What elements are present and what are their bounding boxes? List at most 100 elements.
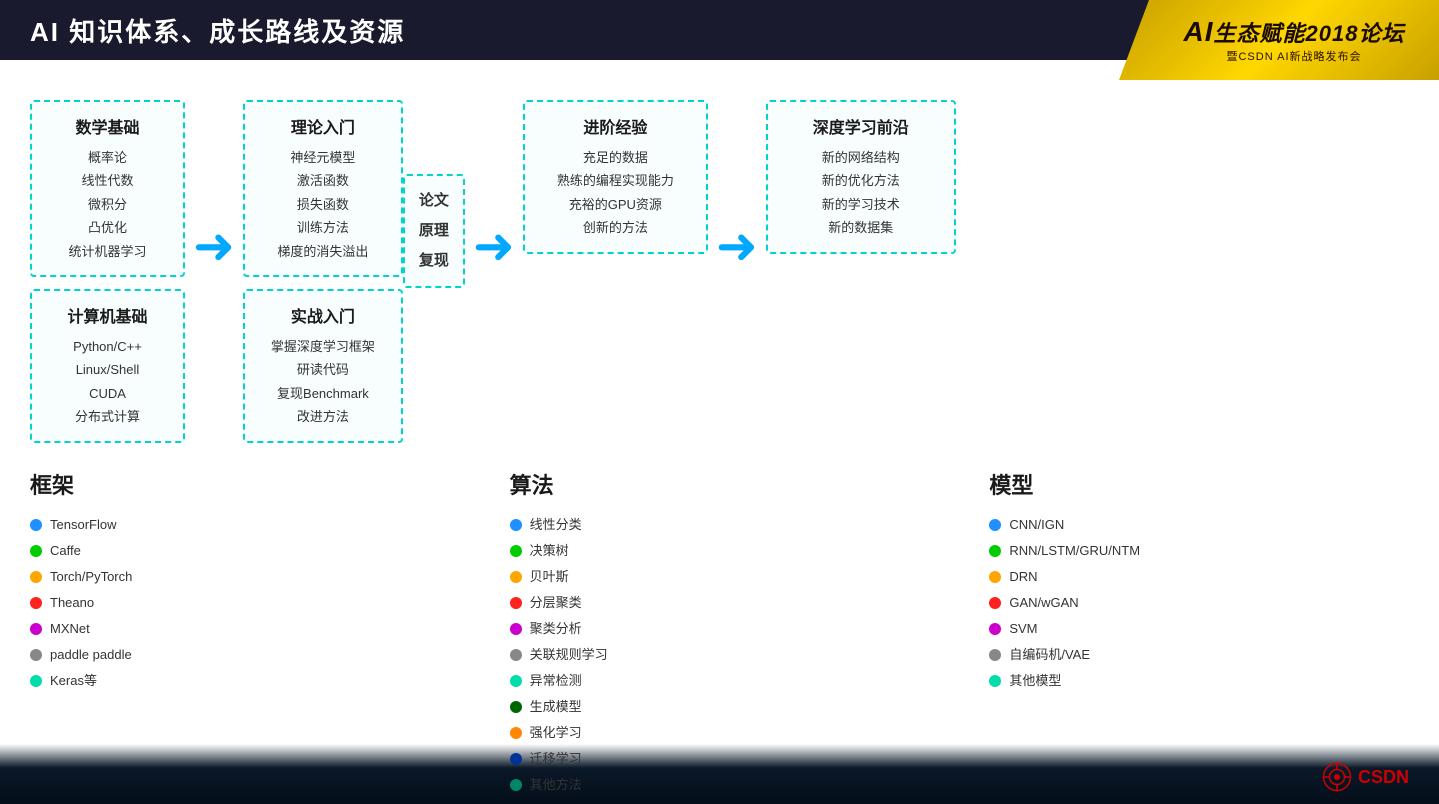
list-item: 聚类分析 bbox=[510, 616, 930, 642]
theory-items: 神经元模型 激活函数 损失函数 训练方法 梯度的消失溢出 bbox=[261, 146, 385, 263]
item-label: 强化学习 bbox=[530, 720, 582, 746]
item-label: DRN bbox=[1009, 564, 1037, 590]
logo-rest: 生态赋能2018论坛 bbox=[1214, 21, 1405, 46]
dot-icon bbox=[989, 675, 1001, 687]
math-items: 概率论 线性代数 微积分 凸优化 统计机器学习 bbox=[48, 146, 167, 263]
item-label: 聚类分析 bbox=[530, 616, 582, 642]
list-item: GAN/wGAN bbox=[989, 590, 1409, 616]
list-item: RNN/LSTM/GRU/NTM bbox=[989, 538, 1409, 564]
dot-icon bbox=[510, 597, 522, 609]
arrow-2: ➜ bbox=[465, 221, 523, 271]
logo-sub-text: 暨CSDN AI新战略发布会 bbox=[1226, 48, 1361, 64]
list-item: 决策树 bbox=[510, 538, 930, 564]
bottom-section: 框架 TensorFlowCaffeTorch/PyTorchTheanoMXN… bbox=[30, 468, 1409, 798]
col-theory: 理论入门 神经元模型 激活函数 损失函数 训练方法 梯度的消失溢出 实战入门 掌… bbox=[243, 100, 403, 443]
item-label: SVM bbox=[1009, 616, 1037, 642]
deep-items: 新的网络结构 新的优化方法 新的学习技术 新的数据集 bbox=[784, 146, 938, 240]
deep-title: 深度学习前沿 bbox=[784, 114, 938, 138]
dot-icon bbox=[30, 649, 42, 661]
models-col: 模型 CNN/IGNRNN/LSTM/GRU/NTMDRNGAN/wGANSVM… bbox=[989, 468, 1409, 798]
csdn-logo: CSDN bbox=[1322, 762, 1409, 792]
item-label: 关联规则学习 bbox=[530, 642, 608, 668]
list-item: Keras等 bbox=[30, 668, 450, 694]
practice-title: 实战入门 bbox=[261, 303, 385, 327]
computer-box: 计算机基础 Python/C++ Linux/Shell CUDA 分布式计算 bbox=[30, 289, 185, 443]
list-item: 迁移学习 bbox=[510, 746, 930, 772]
item-label: 自编码机/VAE bbox=[1009, 642, 1090, 668]
dot-icon bbox=[30, 571, 42, 583]
dot-icon bbox=[30, 623, 42, 635]
math-box: 数学基础 概率论 线性代数 微积分 凸优化 统计机器学习 bbox=[30, 100, 185, 277]
item-label: paddle paddle bbox=[50, 642, 132, 668]
dot-icon bbox=[510, 701, 522, 713]
theory-title: 理论入门 bbox=[261, 114, 385, 138]
list-item: 自编码机/VAE bbox=[989, 642, 1409, 668]
dot-icon bbox=[30, 545, 42, 557]
practice-box: 实战入门 掌握深度学习框架 研读代码 复现Benchmark 改进方法 bbox=[243, 289, 403, 443]
logo-ai: AI bbox=[1184, 16, 1214, 47]
item-label: CNN/IGN bbox=[1009, 512, 1064, 538]
dot-icon bbox=[510, 675, 522, 687]
arrow-3: ➜ bbox=[708, 221, 766, 271]
item-label: 异常检测 bbox=[530, 668, 582, 694]
item-label: 其他模型 bbox=[1009, 668, 1061, 694]
computer-items: Python/C++ Linux/Shell CUDA 分布式计算 bbox=[48, 335, 167, 429]
list-item: 关联规则学习 bbox=[510, 642, 930, 668]
frameworks-title: 框架 bbox=[30, 468, 450, 500]
list-item: Torch/PyTorch bbox=[30, 564, 450, 590]
dot-icon bbox=[989, 649, 1001, 661]
list-item: 贝叶斯 bbox=[510, 564, 930, 590]
dot-icon bbox=[510, 649, 522, 661]
arrow-1-icon: ➜ bbox=[193, 221, 235, 271]
list-item: Theano bbox=[30, 590, 450, 616]
arrow-1: ➜ bbox=[185, 221, 243, 271]
list-item: TensorFlow bbox=[30, 512, 450, 538]
models-title: 模型 bbox=[989, 468, 1409, 500]
item-label: GAN/wGAN bbox=[1009, 590, 1078, 616]
dot-icon bbox=[510, 727, 522, 739]
top-logo: AI生态赋能2018论坛 暨CSDN AI新战略发布会 bbox=[1119, 0, 1439, 80]
models-list: CNN/IGNRNN/LSTM/GRU/NTMDRNGAN/wGANSVM自编码… bbox=[989, 512, 1409, 694]
arrow-3-icon: ➜ bbox=[716, 221, 758, 271]
list-item: CNN/IGN bbox=[989, 512, 1409, 538]
dot-icon bbox=[510, 779, 522, 791]
col-basics: 数学基础 概率论 线性代数 微积分 凸优化 统计机器学习 计算机基础 Pytho… bbox=[30, 100, 185, 443]
csdn-icon bbox=[1322, 762, 1352, 792]
dot-icon bbox=[989, 545, 1001, 557]
theory-box: 理论入门 神经元模型 激活函数 损失函数 训练方法 梯度的消失溢出 bbox=[243, 100, 403, 277]
flow-diagram: 数学基础 概率论 线性代数 微积分 凸优化 统计机器学习 计算机基础 Pytho… bbox=[30, 90, 1409, 443]
main-content: 数学基础 概率论 线性代数 微积分 凸优化 统计机器学习 计算机基础 Pytho… bbox=[0, 60, 1439, 804]
list-item: SVM bbox=[989, 616, 1409, 642]
page-title: AI 知识体系、成长路线及资源 bbox=[30, 12, 405, 49]
list-item: paddle paddle bbox=[30, 642, 450, 668]
advanced-box: 进阶经验 充足的数据 熟练的编程实现能力 充裕的GPU资源 创新的方法 bbox=[523, 100, 708, 254]
list-item: 线性分类 bbox=[510, 512, 930, 538]
item-label: Torch/PyTorch bbox=[50, 564, 132, 590]
deep-box: 深度学习前沿 新的网络结构 新的优化方法 新的学习技术 新的数据集 bbox=[766, 100, 956, 254]
list-item: Caffe bbox=[30, 538, 450, 564]
item-label: 其他方法 bbox=[530, 772, 582, 798]
frameworks-col: 框架 TensorFlowCaffeTorch/PyTorchTheanoMXN… bbox=[30, 468, 450, 798]
item-label: Theano bbox=[50, 590, 94, 616]
item-label: 迁移学习 bbox=[530, 746, 582, 772]
item-label: 线性分类 bbox=[530, 512, 582, 538]
dot-icon bbox=[30, 675, 42, 687]
list-item: 其他方法 bbox=[510, 772, 930, 798]
list-item: 分层聚类 bbox=[510, 590, 930, 616]
col-advanced: 进阶经验 充足的数据 熟练的编程实现能力 充裕的GPU资源 创新的方法 bbox=[523, 100, 708, 254]
item-label: MXNet bbox=[50, 616, 90, 642]
dot-icon bbox=[989, 519, 1001, 531]
math-title: 数学基础 bbox=[48, 114, 167, 138]
paper-text: 论文 原理 复现 bbox=[419, 186, 449, 276]
item-label: Caffe bbox=[50, 538, 81, 564]
item-label: Keras等 bbox=[50, 668, 97, 694]
dot-icon bbox=[989, 597, 1001, 609]
dot-icon bbox=[510, 571, 522, 583]
practice-items: 掌握深度学习框架 研读代码 复现Benchmark 改进方法 bbox=[261, 335, 385, 429]
list-item: DRN bbox=[989, 564, 1409, 590]
paper-arrow-area: 论文 原理 复现 bbox=[403, 204, 465, 288]
dot-icon bbox=[989, 571, 1001, 583]
dot-icon bbox=[30, 597, 42, 609]
list-item: 异常检测 bbox=[510, 668, 930, 694]
item-label: 决策树 bbox=[530, 538, 569, 564]
